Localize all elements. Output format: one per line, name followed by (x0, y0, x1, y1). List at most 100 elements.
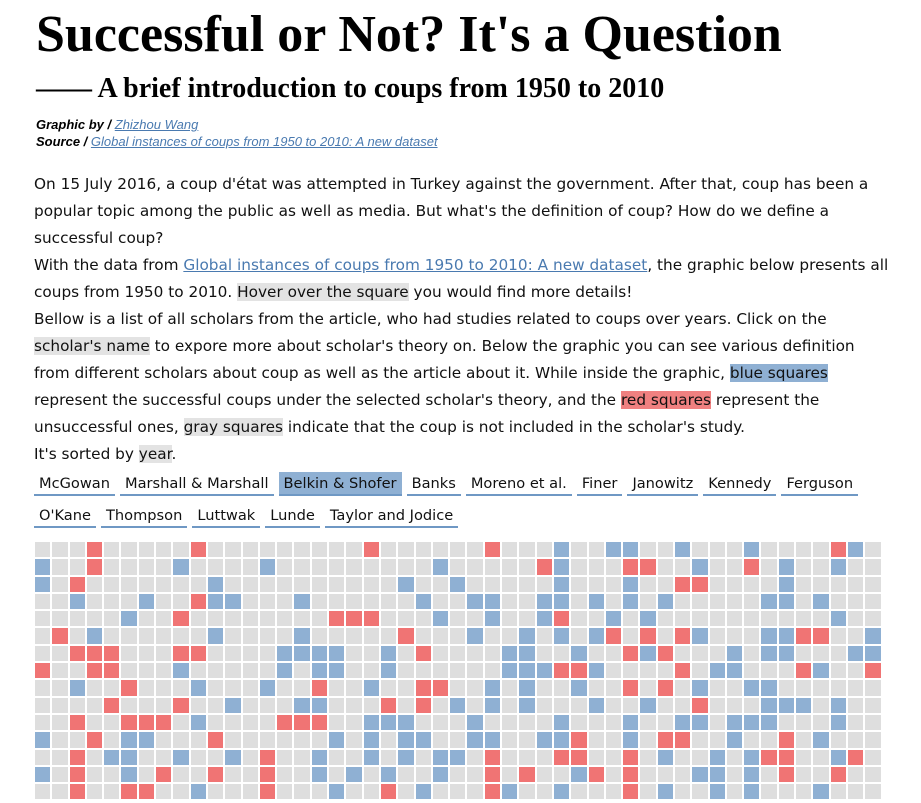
coup-square-successful[interactable] (467, 628, 483, 644)
coup-square-not-included[interactable] (156, 576, 172, 592)
coup-square-not-included[interactable] (346, 732, 362, 748)
coup-square-not-included[interactable] (138, 628, 155, 644)
coup-square-not-included[interactable] (259, 663, 276, 679)
coup-square-not-included[interactable] (207, 714, 224, 731)
coup-square-not-included[interactable] (813, 697, 829, 713)
coup-square-not-included[interactable] (744, 645, 760, 662)
coup-square-not-included[interactable] (588, 559, 604, 575)
coup-square-unsuccessful[interactable] (674, 732, 691, 748)
coup-square-not-included[interactable] (86, 749, 103, 765)
coup-square-unsuccessful[interactable] (190, 593, 206, 610)
coup-square-not-included[interactable] (52, 559, 68, 575)
coup-square-unsuccessful[interactable] (605, 628, 622, 644)
coup-square-successful[interactable] (311, 663, 328, 679)
coup-square-not-included[interactable] (536, 576, 552, 592)
coup-square-successful[interactable] (294, 697, 310, 713)
coup-square-not-included[interactable] (52, 680, 68, 696)
coup-square-not-included[interactable] (329, 559, 345, 575)
coup-square-successful[interactable] (813, 663, 829, 679)
coup-square-unsuccessful[interactable] (623, 749, 639, 765)
coup-square-not-included[interactable] (588, 645, 604, 662)
coup-square-successful[interactable] (571, 680, 587, 696)
coup-square-not-included[interactable] (398, 611, 414, 627)
coup-square-unsuccessful[interactable] (847, 749, 864, 765)
coup-square-successful[interactable] (121, 766, 137, 783)
coup-square-not-included[interactable] (830, 576, 846, 592)
coup-square-successful[interactable] (329, 784, 345, 800)
coup-square-unsuccessful[interactable] (553, 663, 570, 679)
coup-square-unsuccessful[interactable] (571, 732, 587, 748)
coup-square-successful[interactable] (674, 542, 691, 558)
coup-square-unsuccessful[interactable] (830, 766, 846, 783)
coup-square-successful[interactable] (605, 542, 622, 558)
coup-square-not-included[interactable] (207, 645, 224, 662)
coup-square-not-included[interactable] (674, 784, 691, 800)
coup-square-successful[interactable] (398, 576, 414, 592)
coup-square-not-included[interactable] (311, 784, 328, 800)
coup-square-not-included[interactable] (502, 576, 518, 592)
coup-square-successful[interactable] (329, 732, 345, 748)
coup-square-not-included[interactable] (605, 732, 622, 748)
coup-square-unsuccessful[interactable] (484, 784, 501, 800)
coup-square-not-included[interactable] (519, 611, 535, 627)
coup-square-not-included[interactable] (329, 766, 345, 783)
coup-square-not-included[interactable] (744, 576, 760, 592)
coup-square-successful[interactable] (363, 732, 379, 748)
coup-square-unsuccessful[interactable] (674, 663, 691, 679)
coup-square-successful[interactable] (726, 645, 743, 662)
coup-square-not-included[interactable] (847, 784, 864, 800)
coup-square-not-included[interactable] (502, 749, 518, 765)
coup-square-not-included[interactable] (277, 680, 293, 696)
coup-square-unsuccessful[interactable] (415, 697, 431, 713)
coup-square-not-included[interactable] (813, 645, 829, 662)
coup-square-unsuccessful[interactable] (657, 680, 673, 696)
coup-square-not-included[interactable] (761, 611, 777, 627)
coup-square-successful[interactable] (467, 593, 483, 610)
coup-square-not-included[interactable] (35, 784, 51, 800)
coup-square-not-included[interactable] (173, 732, 189, 748)
coup-square-not-included[interactable] (398, 766, 414, 783)
coup-square-not-included[interactable] (173, 714, 189, 731)
coup-square-not-included[interactable] (190, 559, 206, 575)
coup-square-not-included[interactable] (450, 593, 466, 610)
coup-square-unsuccessful[interactable] (623, 784, 639, 800)
coup-square-unsuccessful[interactable] (674, 628, 691, 644)
coup-square-not-included[interactable] (380, 576, 397, 592)
coup-square-successful[interactable] (69, 680, 85, 696)
coup-square-not-included[interactable] (467, 663, 483, 679)
coup-square-successful[interactable] (640, 645, 656, 662)
coup-square-successful[interactable] (553, 784, 570, 800)
coup-square-unsuccessful[interactable] (346, 611, 362, 627)
coup-square-not-included[interactable] (640, 542, 656, 558)
coup-square-not-included[interactable] (346, 593, 362, 610)
coup-square-not-included[interactable] (69, 663, 85, 679)
coup-square-successful[interactable] (571, 645, 587, 662)
coup-square-not-included[interactable] (830, 784, 846, 800)
coup-square-not-included[interactable] (692, 542, 708, 558)
coup-square-not-included[interactable] (726, 576, 743, 592)
coup-square-successful[interactable] (138, 732, 155, 748)
coup-square-successful[interactable] (173, 559, 189, 575)
coup-square-successful[interactable] (484, 732, 501, 748)
coup-square-not-included[interactable] (156, 628, 172, 644)
coup-square-not-included[interactable] (277, 784, 293, 800)
coup-square-not-included[interactable] (657, 714, 673, 731)
coup-square-not-included[interactable] (761, 766, 777, 783)
coup-square-successful[interactable] (69, 593, 85, 610)
coup-square-not-included[interactable] (242, 732, 258, 748)
coup-square-not-included[interactable] (847, 697, 864, 713)
coup-square-not-included[interactable] (242, 628, 258, 644)
coup-square-not-included[interactable] (553, 645, 570, 662)
coup-square-not-included[interactable] (571, 576, 587, 592)
coup-square-not-included[interactable] (398, 697, 414, 713)
coup-square-not-included[interactable] (588, 714, 604, 731)
coup-square-successful[interactable] (484, 680, 501, 696)
coup-square-not-included[interactable] (502, 628, 518, 644)
coup-square-not-included[interactable] (35, 714, 51, 731)
coup-square-not-included[interactable] (467, 611, 483, 627)
coup-square-not-included[interactable] (294, 732, 310, 748)
coup-square-not-included[interactable] (640, 714, 656, 731)
coup-square-unsuccessful[interactable] (692, 697, 708, 713)
coup-square-not-included[interactable] (726, 542, 743, 558)
coup-square-not-included[interactable] (294, 680, 310, 696)
